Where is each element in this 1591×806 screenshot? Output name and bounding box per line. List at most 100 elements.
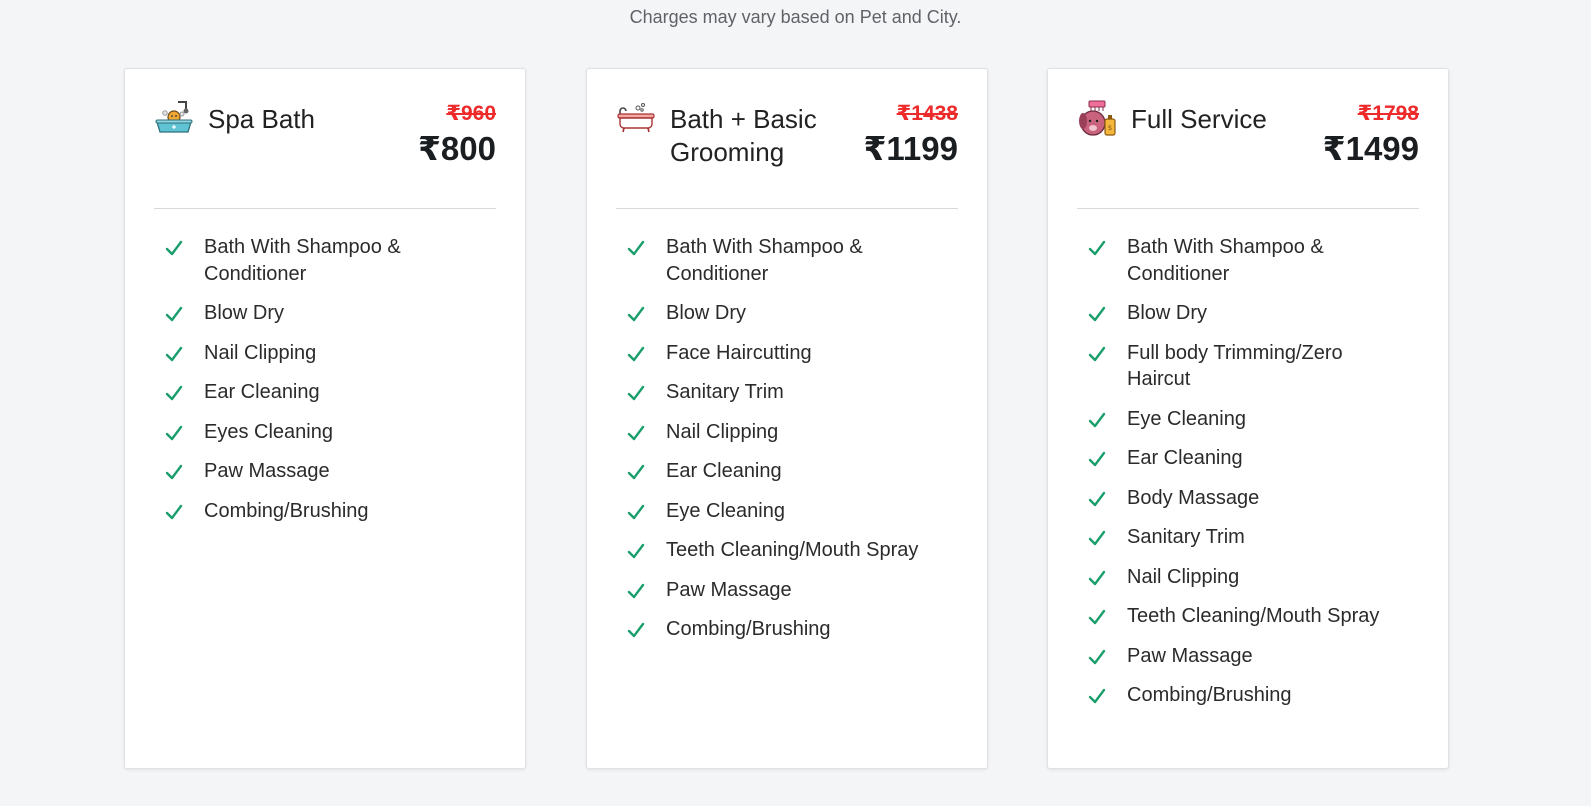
discounted-price: ₹1499: [1322, 130, 1419, 167]
card-title: Full Service: [1131, 104, 1267, 134]
feature-label: Nail Clipping: [204, 341, 317, 364]
feature-label: Eye Cleaning: [666, 499, 785, 522]
checkmark-icon: [165, 504, 183, 519]
feature-item: Ear Cleaning: [163, 379, 488, 406]
checkmark-icon: [627, 464, 645, 480]
feature-label: Paw Massage: [1127, 644, 1253, 667]
feature-list: Bath With Shampoo & Conditioner Blow Dry F…: [1086, 234, 1411, 722]
checkmark-icon: [1088, 412, 1106, 427]
checkmark-icon: [627, 504, 645, 519]
feature-item: Eye Cleaning: [1086, 406, 1411, 433]
feature-label: Full body Trimming/Zero Haircut: [1127, 341, 1343, 391]
feature-label: Blow Dry: [666, 302, 747, 324]
checkmark-icon: [627, 425, 645, 440]
feature-label: Nail Clipping: [1127, 565, 1240, 588]
feature-item: Eye Cleaning: [625, 498, 950, 525]
feature-item: Paw Massage: [163, 458, 488, 485]
svg-text:$: $: [1108, 124, 1112, 132]
card-header: Bath + Basic Grooming ₹1438 ₹1199: [616, 99, 958, 209]
pricing-card-bath-basic-grooming: Bath + Basic Grooming ₹1438 ₹1199 Bath W…: [586, 68, 988, 769]
feature-item: Bath With Shampoo & Conditioner: [163, 234, 488, 287]
feature-item: Teeth Cleaning/Mouth Spray: [625, 537, 950, 564]
checkmark-icon: [1088, 530, 1106, 546]
card-title: Bath + Basic Grooming: [670, 104, 817, 167]
feature-label: Eyes Cleaning: [204, 420, 333, 443]
checkmark-icon: [1088, 688, 1106, 704]
feature-label: Ear Cleaning: [1127, 447, 1243, 469]
checkmark-icon: [165, 385, 183, 401]
feature-label: Paw Massage: [666, 578, 792, 601]
divider: [616, 208, 958, 209]
feature-item: Blow Dry: [1086, 300, 1411, 327]
feature-label: Bath With Shampoo & Conditioner: [1127, 236, 1324, 285]
bathtub-icon: [617, 103, 655, 133]
feature-label: Paw Massage: [204, 460, 330, 482]
feature-item: Paw Massage: [1086, 643, 1411, 670]
checkmark-icon: [165, 464, 183, 480]
feature-label: Teeth Cleaning/Mouth Spray: [666, 539, 919, 561]
checkmark-icon: [165, 346, 183, 361]
feature-label: Combing/Brushing: [1127, 684, 1292, 706]
dog-grooming-icon: $: [1079, 100, 1116, 136]
feature-list: Bath With Shampoo & Conditioner Blow Dry F…: [625, 234, 950, 656]
feature-item: Sanitary Trim: [625, 379, 950, 406]
checkmark-icon: [627, 240, 645, 256]
feature-item: Face Haircutting: [625, 340, 950, 367]
feature-label: Ear Cleaning: [666, 460, 782, 482]
original-price: ₹1798: [1357, 102, 1419, 125]
checkmark-icon: [627, 583, 645, 598]
feature-list: Bath With Shampoo & Conditioner Blow Dry N…: [163, 234, 488, 537]
feature-item: Nail Clipping: [163, 340, 488, 367]
checkmark-icon: [165, 240, 183, 256]
feature-label: Bath With Shampoo & Conditioner: [666, 236, 863, 285]
feature-item: Combing/Brushing: [163, 498, 488, 525]
feature-item: Teeth Cleaning/Mouth Spray: [1086, 603, 1411, 630]
checkmark-icon: [165, 425, 183, 440]
feature-label: Blow Dry: [1127, 302, 1208, 324]
checkmark-icon: [1088, 240, 1106, 256]
checkmark-icon: [627, 622, 645, 638]
feature-item: Blow Dry: [163, 300, 488, 327]
feature-item: Ear Cleaning: [625, 458, 950, 485]
feature-item: Ear Cleaning: [1086, 445, 1411, 472]
checkmark-icon: [1088, 306, 1106, 322]
dog-bath-tub-icon: [155, 101, 193, 133]
checkmark-icon: [1088, 346, 1106, 361]
feature-item: Combing/Brushing: [625, 616, 950, 643]
pricing-card-spa-bath: Spa Bath ₹960 ₹800 Bath With Shampoo & C…: [124, 68, 526, 769]
checkmark-icon: [165, 306, 183, 322]
feature-item: Blow Dry: [625, 300, 950, 327]
feature-label: Combing/Brushing: [666, 618, 831, 640]
original-price: ₹1438: [896, 102, 958, 125]
card-title: Spa Bath: [208, 104, 315, 134]
feature-label: Eye Cleaning: [1127, 407, 1246, 430]
pricing-note: Charges may vary based on Pet and City.: [629, 7, 962, 27]
divider: [1077, 208, 1419, 209]
feature-item: Bath With Shampoo & Conditioner: [625, 234, 950, 287]
checkmark-icon: [1088, 649, 1106, 664]
divider: [154, 208, 496, 209]
feature-item: Eyes Cleaning: [163, 419, 488, 446]
feature-item: Sanitary Trim: [1086, 524, 1411, 551]
checkmark-icon: [1088, 570, 1106, 585]
checkmark-icon: [627, 385, 645, 401]
feature-label: Bath With Shampoo & Conditioner: [204, 236, 401, 285]
discounted-price: ₹800: [417, 130, 496, 167]
discounted-price: ₹1199: [863, 130, 958, 167]
pricing-card-full-service: $ Full Service ₹1798 ₹1499 Bath With Sha…: [1047, 68, 1449, 769]
checkmark-icon: [627, 346, 645, 361]
feature-label: Combing/Brushing: [204, 499, 369, 522]
feature-item: Full body Trimming/Zero Haircut: [1086, 340, 1411, 393]
feature-item: Nail Clipping: [1086, 564, 1411, 591]
checkmark-icon: [627, 306, 645, 322]
card-header: Spa Bath ₹960 ₹800: [154, 99, 496, 209]
feature-item: Combing/Brushing: [1086, 682, 1411, 709]
checkmark-icon: [1088, 491, 1106, 506]
feature-label: Nail Clipping: [666, 420, 779, 443]
feature-label: Ear Cleaning: [204, 381, 320, 403]
checkmark-icon: [1088, 451, 1106, 467]
feature-item: Nail Clipping: [625, 419, 950, 446]
feature-label: Sanitary Trim: [666, 381, 784, 403]
checkmark-icon: [1088, 609, 1106, 625]
feature-item: Paw Massage: [625, 577, 950, 604]
